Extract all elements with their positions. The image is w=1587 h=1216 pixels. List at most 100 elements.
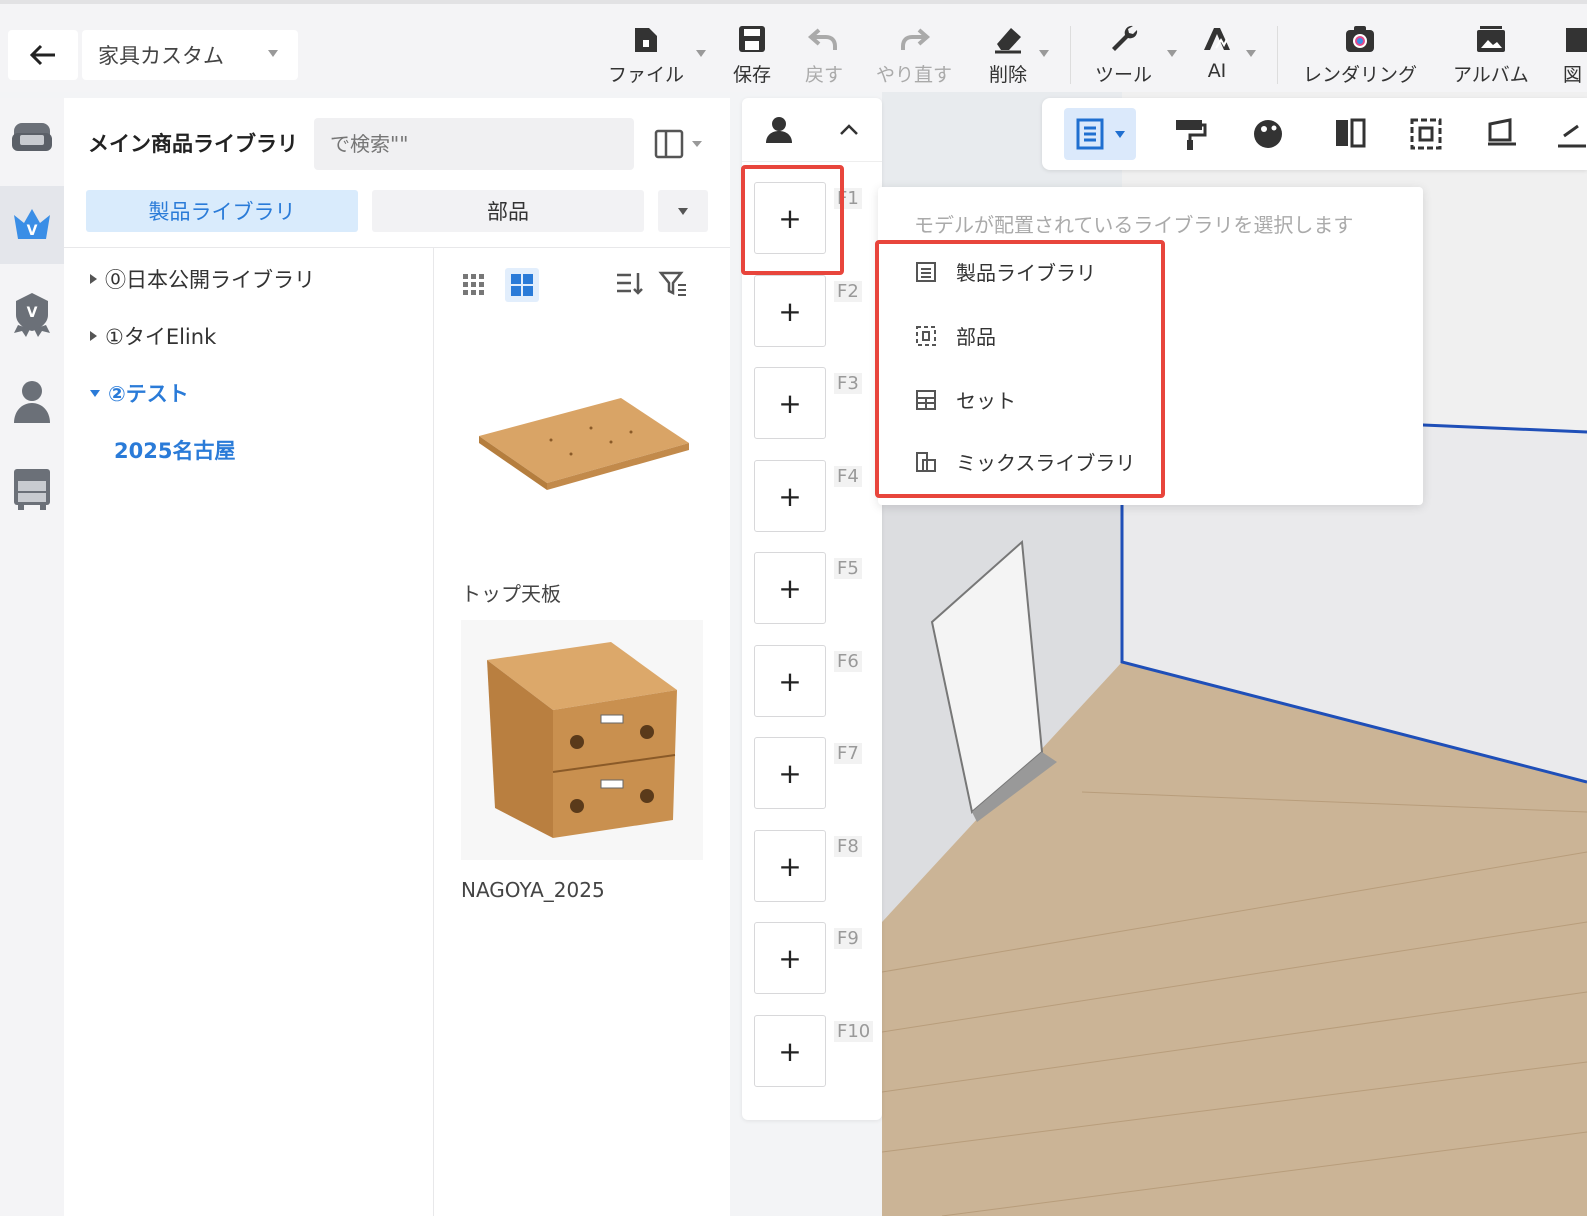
shortcut-key-label: F1: [834, 188, 862, 209]
dropdown-item-mix-library[interactable]: ミックスライブラリ: [914, 447, 1135, 476]
layout-toggle-button[interactable]: [654, 126, 704, 162]
tab-product-library[interactable]: 製品ライブラリ: [86, 190, 358, 232]
album-button[interactable]: アルバム: [1453, 22, 1529, 87]
shortcut-key-label: F3: [834, 373, 862, 394]
shortcut-key-label: F9: [834, 928, 862, 949]
shortcut-key-label: F8: [834, 836, 862, 857]
eraser-icon: [995, 28, 1021, 54]
sort-filter-group: [614, 268, 688, 298]
product-name: トップ天板: [461, 582, 561, 606]
shortcut-slot-add-button[interactable]: +: [754, 460, 826, 532]
panel-layout-icon: [654, 129, 684, 159]
divider: [64, 247, 730, 248]
project-selector[interactable]: 家具カスタム: [82, 30, 298, 80]
shortcut-slot-add-button[interactable]: +: [754, 275, 826, 347]
split-icon[interactable]: [1332, 116, 1368, 152]
chevron-down-icon: [1115, 130, 1125, 138]
shortcut-slot-add-button[interactable]: +: [754, 737, 826, 809]
shortcut-slot-add-button[interactable]: +: [754, 182, 826, 254]
filter-icon[interactable]: [658, 268, 688, 298]
dropdown-item-label: 部品: [956, 325, 996, 349]
library-select-button[interactable]: [1064, 108, 1136, 160]
shortcut-key-label: F4: [834, 466, 862, 487]
shortcut-slot-add-button[interactable]: +: [754, 645, 826, 717]
library-panel: メイン商品ライブラリ 製品ライブラリ 部品 ⓪日本公開ライブラリ ①タイElin…: [64, 98, 730, 1216]
tool-label: ファイル: [608, 64, 685, 86]
chevron-down-icon: [1246, 50, 1256, 57]
tool-label: やり直す: [876, 64, 953, 86]
select-frame-icon[interactable]: [1408, 116, 1444, 152]
badge-v-icon: V: [14, 293, 50, 337]
measure-icon[interactable]: [1554, 116, 1587, 152]
tool-label: 戻す: [805, 64, 844, 86]
list-icon: [1076, 118, 1104, 150]
tree-item-thai-elink[interactable]: ①タイElink: [90, 321, 216, 351]
shortcut-bar-header: [742, 98, 882, 162]
shortcut-slot-add-button[interactable]: +: [754, 367, 826, 439]
mix-library-icon: [916, 451, 936, 472]
tools-menu-button[interactable]: ツール: [1095, 22, 1177, 87]
product-card-top-board[interactable]: [461, 328, 703, 568]
divider: [433, 248, 434, 1216]
rail-premium-library[interactable]: V: [0, 186, 64, 264]
tool-label: ツール: [1095, 64, 1153, 86]
library-title: メイン商品ライブラリ: [88, 132, 298, 156]
shortcut-slot-add-button[interactable]: +: [754, 922, 826, 994]
dropdown-item-parts[interactable]: 部品: [914, 321, 996, 350]
tool-label: レンダリング: [1303, 64, 1418, 86]
material-icon[interactable]: [1252, 116, 1288, 152]
library-type-dropdown: モデルが配置されているライブラリを選択します 製品ライブラリ 部品 セット ミッ…: [878, 187, 1423, 505]
tree-item-nagoya-2025[interactable]: 2025名古屋: [114, 435, 235, 465]
shortcut-key-label: F5: [834, 558, 862, 579]
product-card-nagoya-2025[interactable]: [461, 620, 703, 860]
view-mode-switch: [457, 268, 539, 302]
edit-surface-icon[interactable]: [1484, 116, 1520, 152]
tree-item-test[interactable]: ②テスト: [90, 378, 189, 408]
grid-small-icon: [463, 274, 484, 295]
tab-more-dropdown[interactable]: [658, 190, 708, 232]
save-button[interactable]: 保存: [733, 22, 771, 87]
search-input[interactable]: [314, 118, 634, 170]
large-grid-view-button[interactable]: [505, 268, 539, 302]
dropdown-hint: モデルが配置されているライブラリを選択します: [914, 213, 1354, 237]
shortcut-slot-add-button[interactable]: +: [754, 830, 826, 902]
chevron-down-icon: [696, 50, 706, 57]
dropdown-item-product-library[interactable]: 製品ライブラリ: [914, 257, 1096, 286]
chevron-down-icon: [1167, 50, 1177, 57]
tree-label: ①タイElink: [105, 325, 217, 349]
camera-icon: [1346, 26, 1374, 52]
rendering-button[interactable]: レンダリング: [1303, 22, 1417, 87]
tree-label: ②テスト: [108, 382, 189, 406]
tab-parts[interactable]: 部品: [372, 190, 644, 232]
rail-furniture[interactable]: [0, 98, 64, 176]
shortcut-key-label: F6: [834, 651, 862, 672]
product-name: NAGOYA_2025: [461, 878, 605, 902]
ai-menu-button[interactable]: AI: [1200, 22, 1256, 82]
file-icon: [635, 28, 657, 52]
delete-button[interactable]: 削除: [989, 22, 1049, 87]
caret-down-icon: [90, 389, 100, 397]
grid-large-icon: [511, 274, 533, 296]
shortcut-slot-add-button[interactable]: +: [754, 552, 826, 624]
small-grid-view-button[interactable]: [457, 268, 491, 302]
rail-user[interactable]: [0, 362, 64, 440]
svg-text:V: V: [27, 305, 38, 321]
dropdown-item-set[interactable]: セット: [914, 385, 1016, 414]
file-menu-button[interactable]: ファイル: [608, 22, 706, 87]
chevron-down-icon: [1039, 50, 1049, 57]
shortcut-key-label: F10: [834, 1021, 874, 1042]
chevron-up-icon[interactable]: [837, 118, 861, 142]
shortcut-slot-add-button[interactable]: +: [754, 1015, 826, 1087]
shortcut-key-label: F2: [834, 281, 862, 302]
shortcut-key-label: F7: [834, 743, 862, 764]
back-button[interactable]: [8, 30, 78, 80]
paint-roller-icon[interactable]: [1172, 116, 1208, 152]
rail-cabinet[interactable]: [0, 450, 64, 528]
redo-button[interactable]: やり直す: [876, 22, 952, 87]
sort-icon[interactable]: [614, 268, 644, 298]
tree-label: ⓪日本公開ライブラリ: [105, 268, 315, 292]
rail-vip-badge[interactable]: V: [0, 274, 64, 352]
tree-item-japan-public[interactable]: ⓪日本公開ライブラリ: [90, 264, 315, 294]
user-icon[interactable]: [764, 115, 794, 145]
undo-button[interactable]: 戻す: [805, 22, 843, 87]
